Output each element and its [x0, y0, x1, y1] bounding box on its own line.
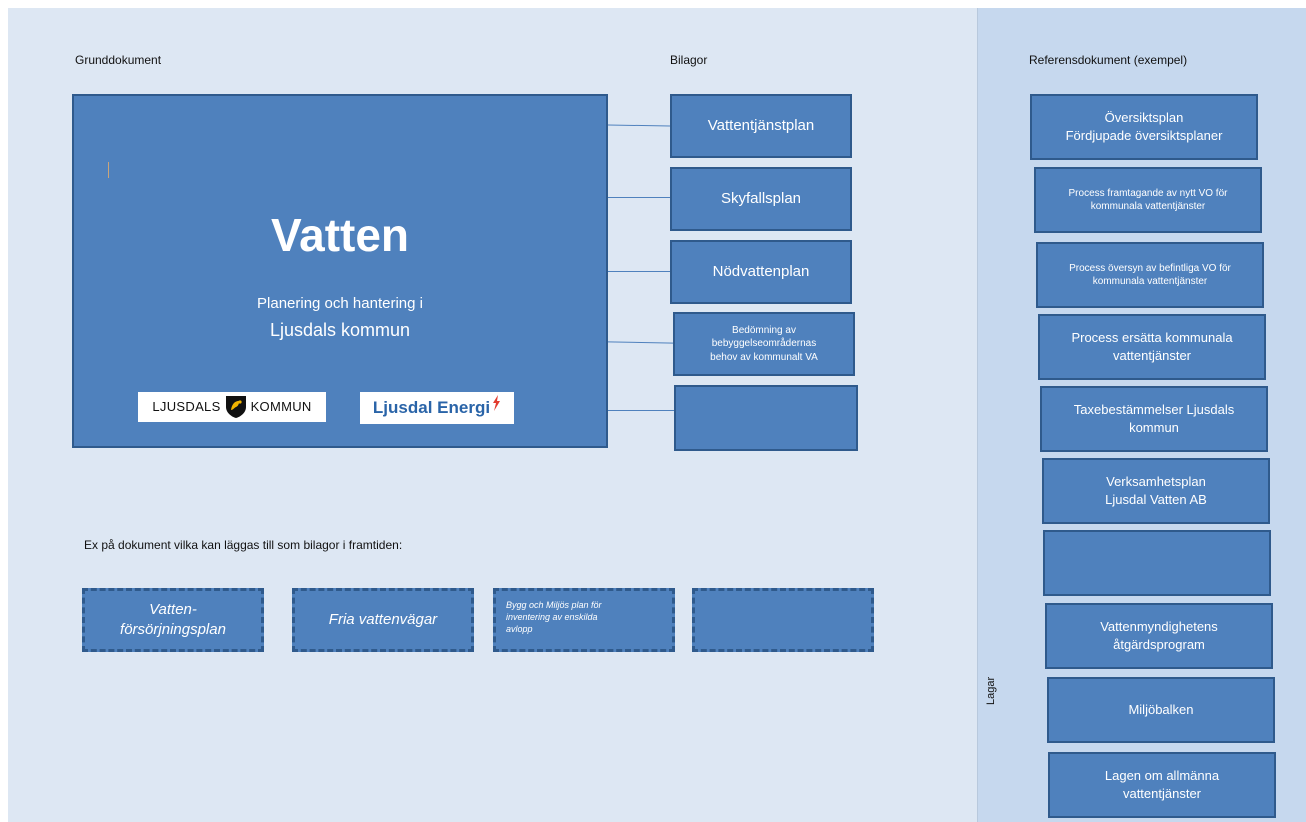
ljusdal-energi-logo: Ljusdal Energi: [360, 392, 514, 424]
reference-label: Ljusdal Vatten AB: [1105, 492, 1207, 507]
bilaga-label: Vattentjänstplan: [707, 116, 815, 134]
reference-label: kommunala vattentjänster: [1090, 201, 1206, 212]
future-bilaga-box-empty: [692, 588, 874, 652]
heading-referens: Referensdokument (exempel): [1029, 53, 1188, 67]
main-subtitle-line2: Ljusdals kommun: [269, 320, 411, 340]
reference-label: Översiktsplan: [1104, 110, 1184, 126]
future-bilaga-box: Vatten- försörjningsplan: [82, 588, 264, 652]
bilaga-box: Vattentjänstplan: [670, 94, 852, 158]
bilaga-label: bebyggelseområdernas: [711, 338, 817, 350]
reference-box: Process framtagande av nytt VO för kommu…: [1034, 167, 1262, 233]
text-cursor: [108, 162, 109, 178]
law-box: Lagen om allmänna vattentjänster: [1048, 752, 1276, 818]
law-label: Vattenmyndighetens: [1100, 619, 1218, 635]
law-label: åtgärdsprogram: [1113, 637, 1205, 652]
reference-box: Översiktsplan Fördjupade översiktsplaner: [1030, 94, 1258, 160]
future-bilaga-label: avlopp: [506, 624, 533, 635]
reference-label: Verksamhetsplan: [1106, 474, 1206, 490]
heading-bilagor: Bilagor: [670, 53, 708, 67]
law-label: vattentjänster: [1122, 786, 1202, 801]
bilaga-label: Nödvattenplan: [712, 262, 810, 280]
reference-label: Process framtagande av nytt VO för: [1068, 187, 1228, 199]
reference-box: Process översyn av befintliga VO för kom…: [1036, 242, 1264, 308]
law-label: Lagen om allmänna: [1104, 768, 1220, 784]
future-bilaga-label: försörjningsplan: [120, 621, 226, 638]
main-subtitle-line1: Planering och hantering i: [257, 295, 423, 312]
future-bilaga-label: Bygg och Miljös plan för: [506, 600, 602, 610]
law-label: Miljöbalken: [1128, 702, 1194, 718]
connector-line: [608, 197, 670, 198]
logo-left-text-b: KOMMUN: [250, 399, 312, 415]
reference-label: vattentjänster: [1112, 348, 1192, 363]
reference-box: Taxebestämmelser Ljusdals kommun: [1040, 386, 1268, 452]
law-box: Miljöbalken: [1047, 677, 1275, 743]
ljusdals-kommun-logo: LJUSDALS KOMMUN: [138, 392, 326, 422]
connector-line: [608, 271, 670, 272]
law-box: Vattenmyndighetens åtgärdsprogram: [1045, 603, 1273, 669]
bilaga-box: Skyfallsplan: [670, 167, 852, 231]
future-bilaga-label: Fria vattenvägar: [328, 610, 438, 628]
bilaga-label: behov av kommunalt VA: [710, 351, 818, 363]
reference-box: Verksamhetsplan Ljusdal Vatten AB: [1042, 458, 1270, 524]
future-bilaga-label: inventering av enskilda: [506, 612, 598, 623]
reference-label: Taxebestämmelser Ljusdals: [1073, 402, 1235, 418]
coat-of-arms-icon: [225, 396, 246, 418]
reference-box-empty: [1043, 530, 1271, 596]
bilaga-label: Bedömning av: [732, 324, 796, 336]
reference-box: Process ersätta kommunala vattentjänster: [1038, 314, 1266, 380]
connector-line: [608, 410, 674, 411]
reference-label: Process ersätta kommunala: [1071, 330, 1233, 346]
bilaga-label: Skyfallsplan: [720, 189, 802, 207]
future-bilaga-box: Fria vattenvägar: [292, 588, 474, 652]
heading-future-examples: Ex på dokument vilka kan läggas till som…: [84, 538, 403, 552]
reference-label: kommunala vattentjänster: [1092, 276, 1208, 287]
logo-right-text: Ljusdal Energi: [372, 397, 491, 417]
main-title: Vatten: [270, 209, 410, 261]
bilaga-box: Nödvattenplan: [670, 240, 852, 304]
future-bilaga-label: Vatten-: [149, 600, 197, 618]
heading-lagar: Lagar: [985, 676, 997, 705]
future-bilaga-box: Bygg och Miljös plan för inventering av …: [493, 588, 675, 652]
logo-left-text-a: LJUSDALS: [152, 399, 221, 415]
lightning-icon: [493, 395, 501, 411]
heading-grunddokument: Grunddokument: [75, 53, 162, 67]
reference-label: Fördjupade översiktsplaner: [1065, 128, 1223, 143]
main-document-box: Vatten Planering och hantering i Ljusdal…: [72, 94, 608, 448]
reference-label: Process översyn av befintliga VO för: [1069, 262, 1231, 274]
bilaga-box-empty: [674, 385, 858, 451]
reference-label: kommun: [1129, 420, 1179, 435]
bilaga-box: Bedömning av bebyggelseområdernas behov …: [673, 312, 855, 376]
